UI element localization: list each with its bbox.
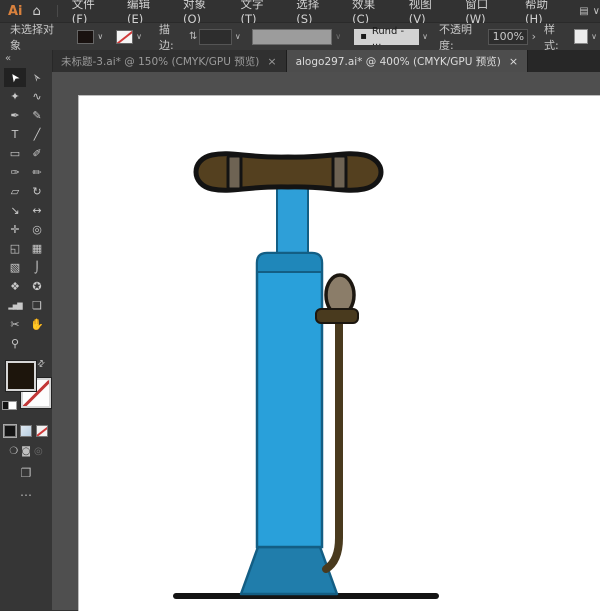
curvature-tool-icon[interactable]: ✎ [26,106,48,125]
eraser-tool-icon[interactable]: ▱ [4,182,26,201]
hand-tool-icon[interactable]: ✋ [26,315,48,334]
tab-title: 未标题-3.ai* @ 150% (CMYK/GPU 预览) [61,55,260,68]
stroke-weight-label: 描边: [159,22,174,52]
gradient-tool-icon[interactable]: ▧ [4,258,26,277]
color-button[interactable] [3,424,17,438]
eyedropper-tool-icon[interactable]: ⌡ [26,258,48,277]
width-tool-icon[interactable]: ↔ [26,201,48,220]
chevron-down-icon[interactable]: ∨ [591,32,597,41]
chevron-down-icon[interactable]: ∨ [422,32,428,41]
selection-tool-icon[interactable]: ➤ [4,68,26,87]
opacity-field[interactable]: 100% [487,28,528,45]
fill-stroke-indicator: ⇄ [0,358,52,421]
shape-builder-tool-icon[interactable]: ◱ [4,239,26,258]
collapse-panel-icon[interactable]: « [0,50,52,68]
pump-handle[interactable] [193,151,384,193]
default-fill-stroke-icon[interactable] [2,401,17,412]
shaper-tool-icon[interactable]: ✑ [4,163,26,182]
screen-mode-icon[interactable]: ❐ [0,466,52,480]
tools-grid: ➤ ➢ ✦ ∿ ✒ ✎ T ╱ ▭ ✐ ✑ ✏ ▱ ↻ ↘ ↔ ✛ ◎ ◱ ▦ … [0,68,52,353]
draw-inside-icon: ◎ [33,446,43,457]
zoom-tool-icon[interactable]: ⚲ [4,334,26,353]
none-button[interactable] [36,425,48,437]
perspective-grid-tool-icon[interactable]: ▦ [26,239,48,258]
blend-tool-icon[interactable]: ❖ [4,277,26,296]
width-profile-value: Rund - ... [371,25,405,48]
document-tab-bar: 未标题-3.ai* @ 150% (CMYK/GPU 预览) × alogo29… [52,50,600,73]
opacity-expander[interactable]: › [532,30,536,43]
column-graph-tool-icon[interactable]: ▂▅▇ [4,296,26,315]
drawing-modes: ❍ ◙ ◎ [0,446,52,457]
rotate-tool-icon[interactable]: ↻ [26,182,48,201]
handle-stripe-right[interactable] [331,154,348,191]
fill-indicator-swatch[interactable] [5,360,37,392]
draw-normal-icon[interactable]: ❍ [9,446,18,457]
menu-bar: Ai ⌂ 文件(F) 编辑(E) 对象(O) 文字(T) 选择(S) 效果(C)… [0,0,600,26]
handle-stripe-left[interactable] [226,154,243,191]
chevron-down-icon[interactable]: ∨ [235,32,241,41]
close-icon[interactable]: × [267,55,276,68]
selection-status-label: 未选择对象 [10,22,54,52]
width-profile-dropdown[interactable]: ▪ Rund - ... [354,25,420,48]
pencil-tool-icon[interactable]: ✏ [26,163,48,182]
color-type-buttons [0,424,52,438]
slice-tool-icon[interactable]: ✂ [4,315,26,334]
type-tool-icon[interactable]: T [4,125,26,144]
more-tools-icon[interactable]: ⋯ [0,488,52,502]
paintbrush-tool-icon[interactable]: ✐ [26,144,48,163]
artboard-tool-icon[interactable]: ❏ [26,296,48,315]
tools-panel: « ➤ ➢ ✦ ∿ ✒ ✎ T ╱ ▭ ✐ ✑ ✏ ▱ ↻ ↘ ↔ ✛ ◎ ◱ … [0,50,53,610]
workspace-switcher[interactable]: ▤ ∨ [579,6,600,17]
stroke-weight-stepper[interactable]: ⇅ [189,31,197,42]
brush-definition-dropdown[interactable] [251,28,333,45]
free-transform-tool-icon[interactable]: ◎ [26,220,48,239]
canvas-pasteboard [52,72,600,611]
puppet-warp-tool-icon[interactable]: ✛ [4,220,26,239]
tab-alogo297[interactable]: alogo297.ai* @ 400% (CMYK/GPU 预览) × [286,50,529,72]
pump-illustration [173,151,439,599]
chevron-down-icon: ∨ [335,32,342,41]
scale-tool-icon[interactable]: ↘ [4,201,26,220]
rectangle-tool-icon[interactable]: ▭ [4,144,26,163]
control-bar: 未选择对象 ∨ ∨ 描边: ⇅ ∨ ∨ ▪ Rund - ... ∨ 不透明度:… [0,22,600,52]
pump-hose[interactable] [322,314,343,573]
stroke-color-swatch[interactable] [116,29,134,44]
pump-body[interactable] [255,251,324,549]
chevron-down-icon: ∨ [592,5,600,17]
draw-behind-icon[interactable]: ◙ [21,446,31,457]
swap-fill-stroke-icon[interactable]: ⇄ [36,358,48,370]
bullet-icon: ▪ [360,31,367,42]
home-icon[interactable]: ⌂ [33,4,41,19]
style-swatch[interactable] [574,29,589,44]
tab-untitled-3[interactable]: 未标题-3.ai* @ 150% (CMYK/GPU 预览) × [52,50,287,72]
direct-selection-tool-icon[interactable]: ➢ [26,68,48,87]
gradient-button[interactable] [20,425,32,437]
pen-tool-icon[interactable]: ✒ [4,106,26,125]
magic-wand-tool-icon[interactable]: ✦ [4,87,26,106]
close-icon[interactable]: × [509,55,518,68]
style-label: 样式: [543,22,559,52]
symbol-sprayer-tool-icon[interactable]: ✪ [26,277,48,296]
chevron-down-icon[interactable]: ∨ [136,32,142,41]
valve-bar[interactable] [315,308,359,324]
empty-cell [26,334,48,353]
workspace-icon: ▤ [579,5,589,17]
lasso-tool-icon[interactable]: ∿ [26,87,48,106]
tab-title: alogo297.ai* @ 400% (CMYK/GPU 预览) [295,55,501,68]
opacity-label: 不透明度: [439,22,472,52]
stroke-weight-field[interactable] [199,28,232,45]
illustrator-logo: Ai [8,3,23,19]
pump-shoulder[interactable] [256,252,323,273]
line-segment-tool-icon[interactable]: ╱ [26,125,48,144]
divider [56,5,58,17]
fill-color-swatch[interactable] [77,29,95,44]
chevron-down-icon[interactable]: ∨ [97,32,103,41]
